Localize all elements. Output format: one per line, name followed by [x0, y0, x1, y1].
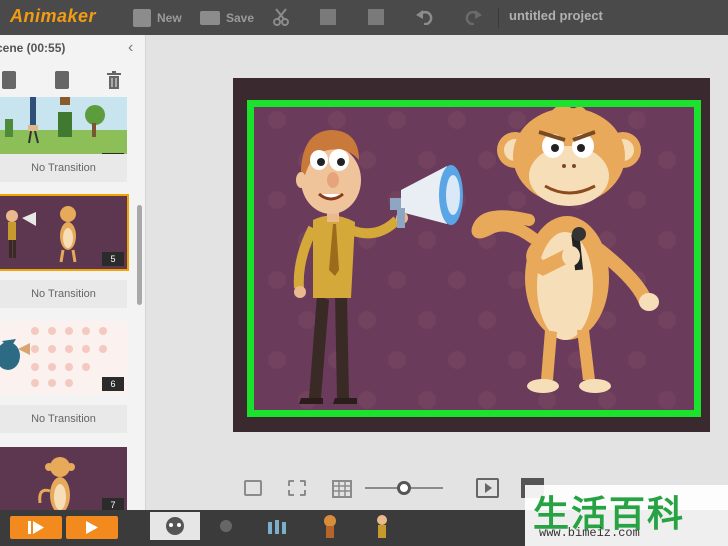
prop-icon: [220, 520, 232, 532]
project-title[interactable]: untitled project: [498, 8, 728, 28]
play-from-start-button[interactable]: [10, 516, 62, 539]
new-button-label: New: [157, 11, 182, 25]
redo-icon[interactable]: [464, 9, 482, 25]
tab-props[interactable]: [202, 512, 252, 540]
add-scene-icon[interactable]: [2, 71, 16, 89]
tab-bg-items[interactable]: [254, 512, 304, 540]
preview-play-button[interactable]: [476, 478, 499, 498]
transition-button[interactable]: No Transition: [0, 154, 127, 182]
collapse-panel-icon[interactable]: ‹: [128, 39, 133, 57]
scene-tools: [0, 71, 145, 93]
fullscreen-icon[interactable]: [288, 480, 306, 496]
scene-number: 6: [102, 377, 124, 391]
scene-highlight-box: [247, 100, 701, 417]
scenes-panel-header: cene (00:55): [0, 41, 65, 55]
scenes-panel: cene (00:55) ‹ 4 No Transition: [0, 35, 146, 510]
app-logo: Animaker: [10, 6, 97, 26]
items-icon: [268, 520, 286, 534]
grid-icon[interactable]: [332, 480, 352, 498]
zoom-slider-handle[interactable]: [397, 481, 411, 495]
copy-icon[interactable]: [320, 9, 336, 25]
scissors-icon[interactable]: [272, 8, 290, 26]
save-icon: [200, 11, 220, 25]
trash-icon[interactable]: [107, 71, 121, 89]
tab-characters[interactable]: [150, 512, 200, 540]
duplicate-scene-icon[interactable]: [55, 71, 69, 89]
asset-tabs: [148, 512, 518, 546]
top-toolbar: Animaker New Save untitled project: [0, 0, 728, 35]
scenes-scrollbar[interactable]: [137, 205, 142, 305]
tab-person-asset[interactable]: [358, 512, 408, 540]
person-asset-icon: [377, 515, 387, 538]
transition-button[interactable]: No Transition: [0, 280, 127, 308]
monkey-asset-icon: [324, 515, 336, 538]
watermark-url: www.bimeiz.com: [539, 526, 640, 540]
play-icon: [86, 521, 98, 534]
scene-thumbnail[interactable]: 7: [0, 447, 127, 510]
transition-button[interactable]: No Transition: [0, 405, 127, 433]
scene-number: 5: [102, 252, 124, 266]
play-button[interactable]: [66, 516, 118, 539]
watermark: 生活百科 www.bimeiz.com: [525, 485, 728, 546]
save-button-label: Save: [226, 11, 255, 25]
new-file-icon: [133, 9, 151, 27]
play-from-start-icon: [28, 521, 44, 534]
undo-icon[interactable]: [416, 9, 434, 25]
fit-screen-icon[interactable]: [244, 480, 262, 496]
new-button[interactable]: New: [133, 7, 182, 29]
scene-thumbnail-selected[interactable]: 5: [0, 194, 129, 271]
scene-number: 7: [102, 498, 124, 510]
tab-monkey-asset[interactable]: [306, 512, 356, 540]
character-icon: [166, 517, 184, 535]
save-button[interactable]: Save: [200, 7, 254, 29]
scene-duration-label: cene (00:55): [0, 41, 66, 55]
paste-icon[interactable]: [368, 9, 384, 25]
scene-thumbnail[interactable]: 6: [0, 321, 127, 394]
